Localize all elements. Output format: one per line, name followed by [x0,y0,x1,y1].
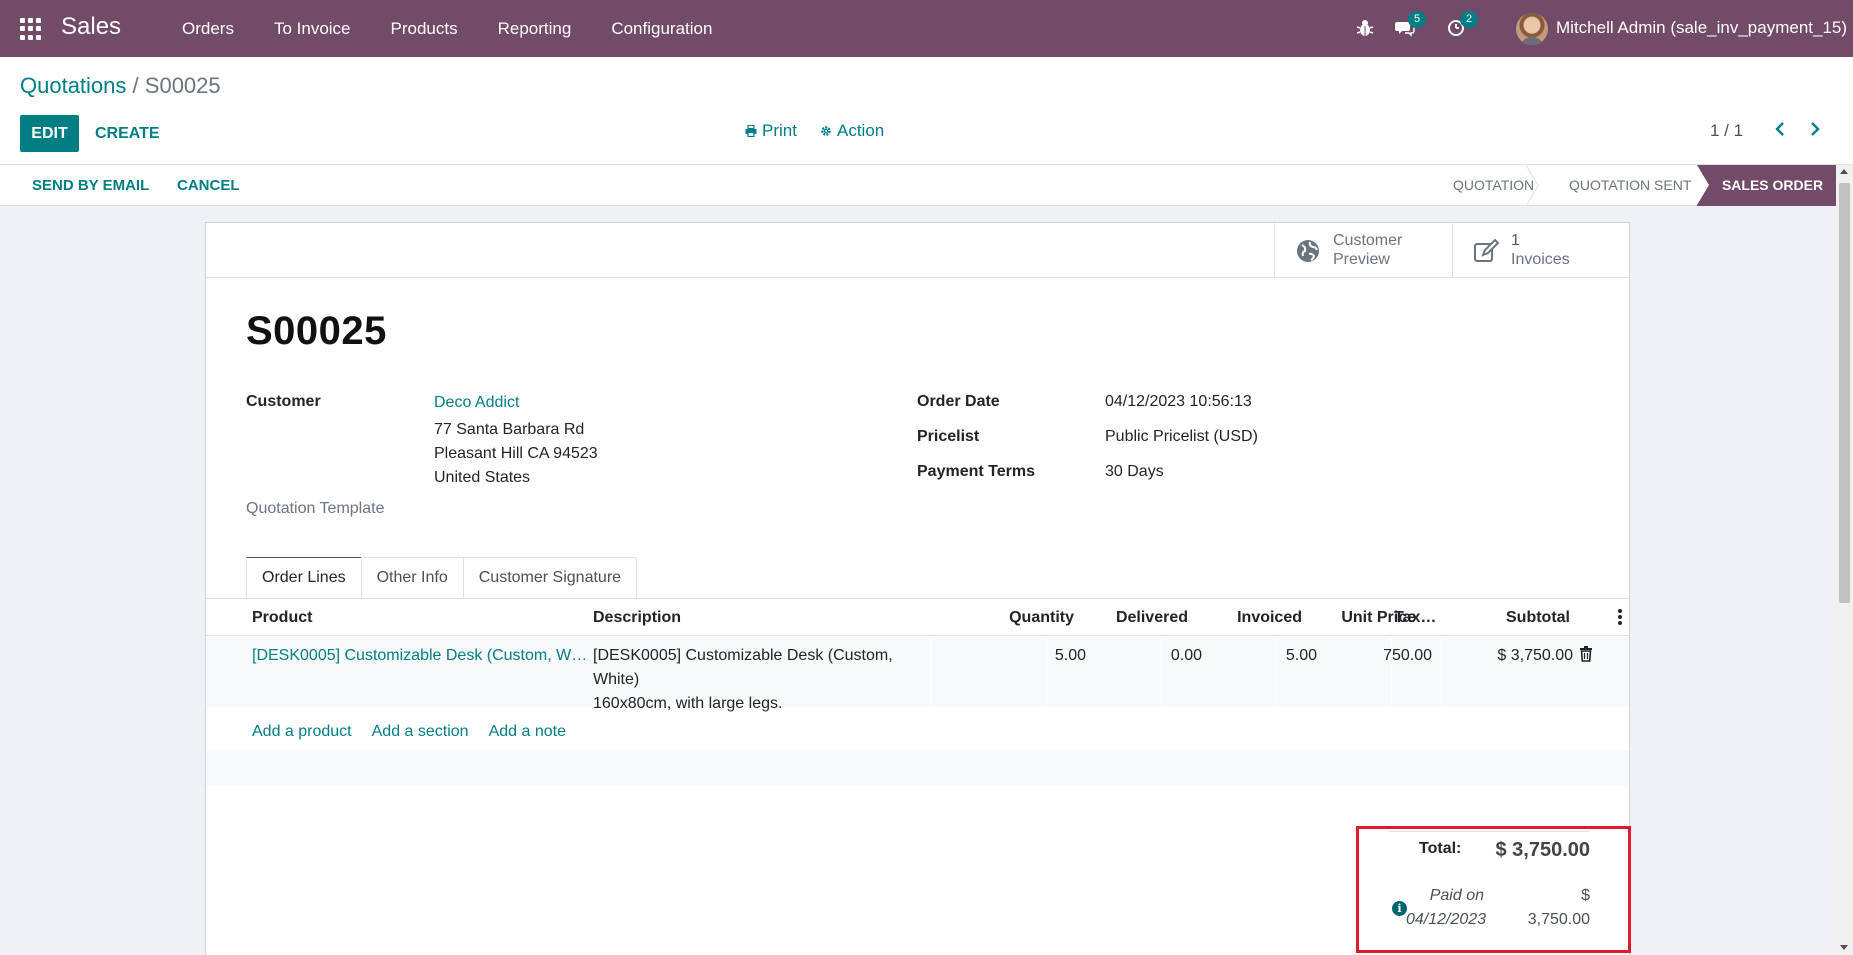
action-button[interactable]: Action [820,121,884,141]
optional-columns-kebab-icon[interactable] [1618,609,1622,625]
tab-other-info[interactable]: Other Info [360,557,464,598]
stage-quotation-sent[interactable]: QUOTATION SENT [1569,165,1691,206]
stage-sales-order[interactable]: SALES ORDER [1697,165,1836,206]
cancel-button[interactable]: CANCEL [177,165,240,206]
tab-customer-signature[interactable]: Customer Signature [462,557,638,598]
menu-orders[interactable]: Orders [162,0,254,57]
description-line2: White) [593,671,640,688]
table-row[interactable]: [DESK0005] Customizable Desk (Custom, W…… [206,637,1629,712]
stage-divider [1525,165,1539,206]
customer-link[interactable]: Deco Addict [434,394,519,412]
create-button[interactable]: CREATE [95,115,160,152]
edit-document-icon [1474,238,1499,262]
apps-menu-icon[interactable] [20,18,42,40]
trash-icon[interactable] [1579,646,1593,662]
main-menu: Orders To Invoice Products Reporting Con… [162,0,732,57]
invoices-label: Invoices [1511,251,1570,268]
customer-label: Customer [246,393,321,410]
breadcrumb-separator: / [132,73,139,98]
globe-icon [1297,240,1319,262]
app-name[interactable]: Sales [61,13,121,41]
column-description[interactable]: Description [593,599,681,636]
activities-count-badge: 2 [1460,11,1478,28]
add-note-link[interactable]: Add a note [489,723,566,741]
invoices-button[interactable]: 1 Invoices [1452,223,1630,278]
scroll-thumb[interactable] [1839,183,1850,603]
cell-divider [1441,637,1442,707]
printer-icon [745,125,757,137]
print-button[interactable]: Print [745,121,797,141]
activities-button[interactable]: 2 [1446,11,1478,39]
customer-address-line2: Pleasant Hill CA 94523 [434,445,598,462]
unit-price-cell[interactable]: 750.00 [1312,644,1432,668]
send-by-email-button[interactable]: SEND BY EMAIL [32,165,149,206]
menu-products[interactable]: Products [371,0,478,57]
chevron-left-icon[interactable] [1770,117,1790,141]
column-invoiced[interactable]: Invoiced [1188,599,1302,636]
chevron-right-icon[interactable] [1805,117,1825,141]
gear-icon [821,126,831,136]
action-label: Action [837,121,885,140]
pricelist-label: Pricelist [917,428,980,445]
order-date-value: 04/12/2023 10:56:13 [1105,393,1252,410]
customer-preview-button[interactable]: Customer Preview [1274,223,1452,278]
add-product-link[interactable]: Add a product [252,723,352,741]
user-avatar[interactable] [1516,13,1548,45]
subtotal-cell: $ 3,750.00 [1497,647,1573,664]
payment-terms-label: Payment Terms [917,463,1035,480]
customer-preview-line1: Customer [1333,232,1403,249]
product-cell[interactable]: [DESK0005] Customizable Desk (Custom, W… [252,644,587,668]
pricelist-value: Public Pricelist (USD) [1105,428,1258,445]
cell-divider [930,637,931,707]
totals-highlight-box [1356,826,1631,953]
debug-bug-icon[interactable] [1356,18,1374,38]
menu-to-invoice[interactable]: To Invoice [254,0,371,57]
menu-reporting[interactable]: Reporting [478,0,592,57]
customer-address-line1: 77 Santa Barbara Rd [434,421,585,438]
invoices-count: 1 [1511,232,1520,249]
menu-configuration[interactable]: Configuration [591,0,732,57]
control-panel: Quotations / S00025 EDIT CREATE Print Ac… [0,57,1853,165]
empty-table-row [206,751,1629,786]
add-section-link[interactable]: Add a section [372,723,469,741]
print-label: Print [762,121,797,140]
messages-count-badge: 5 [1408,11,1426,28]
description-line1: [DESK0005] Customizable Desk (Custom, [593,647,893,664]
add-line-links: Add a product Add a section Add a note [252,723,566,741]
column-subtotal[interactable]: Subtotal [1466,599,1570,636]
customer-address-line3: United States [434,469,531,486]
column-taxes[interactable]: Tax… [1394,599,1436,636]
top-navbar: Sales Orders To Invoice Products Reporti… [0,0,1853,57]
notebook-tabs: Order Lines Other Info Customer Signatur… [246,557,638,598]
quotation-template-label: Quotation Template [246,500,385,517]
breadcrumb-quotations-link[interactable]: Quotations [20,73,126,98]
breadcrumb: Quotations / S00025 [20,73,221,99]
status-bar: SEND BY EMAIL CANCEL QUOTATION QUOTATION… [0,165,1836,206]
column-product[interactable]: Product [252,599,312,636]
description-cell[interactable]: [DESK0005] Customizable Desk (Custom, Wh… [593,644,918,716]
delivered-cell[interactable]: 0.00 [1082,644,1202,668]
edit-button[interactable]: EDIT [20,115,79,152]
quantity-cell[interactable]: 5.00 [966,644,1086,668]
column-delivered[interactable]: Delivered [1074,599,1188,636]
stage-quotation[interactable]: QUOTATION [1453,165,1534,206]
payment-terms-value: 30 Days [1105,463,1164,480]
order-date-label: Order Date [917,393,1000,410]
scroll-up-arrow[interactable] [1840,169,1848,174]
tab-order-lines[interactable]: Order Lines [246,557,362,598]
column-quantity[interactable]: Quantity [952,599,1074,636]
pager-value[interactable]: 1 / 1 [1710,121,1743,141]
page-scrollbar[interactable] [1836,165,1853,955]
invoiced-cell[interactable]: 5.00 [1197,644,1317,668]
customer-preview-line2: Preview [1333,251,1390,268]
order-lines-header: Product Description Quantity Delivered I… [206,599,1629,636]
user-menu-name[interactable]: Mitchell Admin (sale_inv_payment_15) [1556,18,1847,38]
breadcrumb-current: S00025 [144,73,221,98]
description-line3: 160x80cm, with large legs. [593,695,783,712]
messages-button[interactable]: 5 [1394,11,1426,39]
record-title: S00025 [246,309,387,353]
scroll-down-arrow[interactable] [1840,945,1848,950]
smart-button-box: Customer Preview 1 Invoices [206,223,1629,278]
